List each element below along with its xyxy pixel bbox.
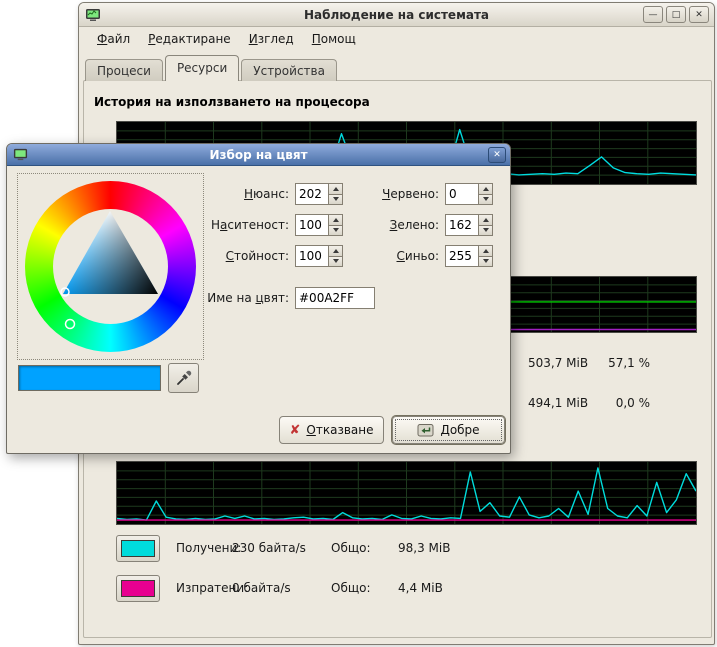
main-titlebar[interactable]: Наблюдение на системата — □ ✕ xyxy=(79,3,714,27)
sent-rate: 0 байта/s xyxy=(232,575,291,602)
cpu-history-heading: История на използването на процесора xyxy=(94,95,370,109)
color-preview-swatch xyxy=(18,365,161,391)
color-wheel-area xyxy=(17,173,204,360)
spinner-up-icon xyxy=(483,218,489,222)
green-spinner xyxy=(445,214,493,236)
blue-increment-button[interactable] xyxy=(478,245,493,257)
cancel-button[interactable]: ✘ Отказване xyxy=(279,416,384,444)
saturation-spinner xyxy=(295,214,343,236)
swap-percent: 0,0 % xyxy=(574,393,650,413)
menubar: Файл Редактиране Изглед Помощ xyxy=(81,28,364,50)
maximize-button[interactable]: □ xyxy=(666,6,686,23)
eyedropper-icon xyxy=(176,370,192,386)
received-color-button[interactable] xyxy=(116,535,160,562)
red-label: Червено: xyxy=(337,183,439,205)
red-increment-button[interactable] xyxy=(478,183,493,195)
tab-processes[interactable]: Процеси xyxy=(85,59,163,81)
spinner-down-icon xyxy=(483,197,489,201)
app-icon xyxy=(85,7,101,23)
network-received-row: Получени: 230 байта/s Общо: 98,3 MiB xyxy=(79,535,714,563)
saturation-label: Наситеност: xyxy=(197,214,289,236)
hue-label: Нюанс: xyxy=(197,183,289,205)
sent-total: 4,4 MiB xyxy=(398,575,443,602)
green-label: Зелено: xyxy=(337,214,439,236)
blue-spinner xyxy=(445,245,493,267)
received-total: 98,3 MiB xyxy=(398,535,450,562)
cancel-icon: ✘ xyxy=(290,424,301,437)
color-name-input[interactable] xyxy=(295,287,375,309)
hue-spinner xyxy=(295,183,343,205)
network-sent-row: Изпратени: 0 байта/s Общо: 4,4 MiB xyxy=(79,575,714,603)
hue-marker[interactable] xyxy=(66,320,75,329)
spinner-up-icon xyxy=(483,187,489,191)
value-spinner xyxy=(295,245,343,267)
menu-view[interactable]: Изглед xyxy=(241,29,302,49)
hue-wheel[interactable] xyxy=(25,181,196,352)
network-history-graph xyxy=(116,461,697,525)
sent-total-label: Общо: xyxy=(331,575,371,602)
received-rate: 230 байта/s xyxy=(232,535,306,562)
red-spinner xyxy=(445,183,493,205)
color-name-label: Име на цвят: xyxy=(197,287,289,309)
value-input[interactable] xyxy=(295,245,328,267)
cancel-button-label: Отказване xyxy=(306,423,373,437)
color-picker-dialog: Избор на цвят ✕ xyxy=(6,143,511,454)
value-label: Стойност: xyxy=(197,245,289,267)
spinner-down-icon xyxy=(483,259,489,263)
menu-help[interactable]: Помощ xyxy=(304,29,364,49)
ok-button-label: Добре xyxy=(440,423,479,437)
red-input[interactable] xyxy=(445,183,478,205)
memory-percent: 57,1 % xyxy=(574,353,650,373)
menu-edit[interactable]: Редактиране xyxy=(140,29,239,49)
window-title: Наблюдение на системата xyxy=(79,8,714,22)
dialog-title: Избор на цвят xyxy=(7,148,510,162)
hue-input[interactable] xyxy=(295,183,328,205)
dialog-titlebar[interactable]: Избор на цвят ✕ xyxy=(7,144,510,166)
saturation-input[interactable] xyxy=(295,214,328,236)
green-input[interactable] xyxy=(445,214,478,236)
sent-color-button[interactable] xyxy=(116,575,160,602)
close-icon: ✕ xyxy=(493,150,501,160)
received-total-label: Общо: xyxy=(331,535,371,562)
spinner-down-icon xyxy=(483,228,489,232)
app-icon xyxy=(13,147,28,162)
green-decrement-button[interactable] xyxy=(478,226,493,237)
spinner-up-icon xyxy=(483,249,489,253)
sent-color-swatch xyxy=(121,580,155,597)
blue-label: Синьо: xyxy=(337,245,439,267)
ok-icon xyxy=(417,423,434,438)
dialog-close-button[interactable]: ✕ xyxy=(488,147,506,163)
blue-input[interactable] xyxy=(445,245,478,267)
received-color-swatch xyxy=(121,540,155,557)
blue-decrement-button[interactable] xyxy=(478,257,493,268)
minimize-button[interactable]: — xyxy=(643,6,663,23)
hsv-triangle[interactable] xyxy=(25,181,196,352)
maximize-icon: □ xyxy=(672,10,681,20)
tab-devices[interactable]: Устройства xyxy=(241,59,337,81)
close-button[interactable]: ✕ xyxy=(689,6,709,23)
minimize-icon: — xyxy=(649,10,658,20)
eyedropper-button[interactable] xyxy=(168,363,199,393)
close-icon: ✕ xyxy=(695,10,703,20)
ok-button[interactable]: Добре xyxy=(392,416,505,444)
green-increment-button[interactable] xyxy=(478,214,493,226)
tab-resources[interactable]: Ресурси xyxy=(165,55,239,81)
menu-file[interactable]: Файл xyxy=(89,29,138,49)
tab-bar: Процеси Ресурси Устройства xyxy=(85,55,339,81)
red-decrement-button[interactable] xyxy=(478,195,493,206)
